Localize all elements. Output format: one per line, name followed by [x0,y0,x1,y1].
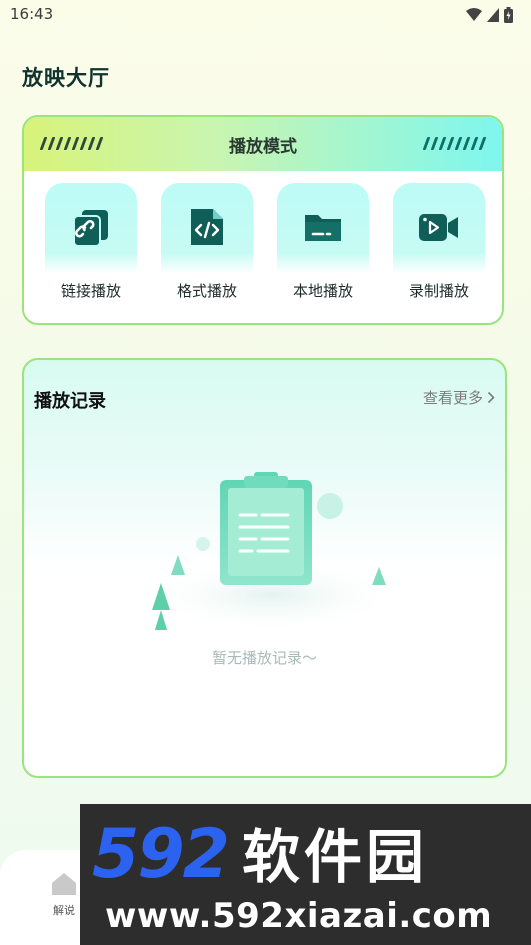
watermark-brand: 软件园 [241,823,428,891]
record-play-label: 录制播放 [408,282,469,300]
play-mode-items: 链接播放 格式播放 本地播放 录制播放 [24,171,502,309]
records-title: 播放记录 [34,391,106,412]
home-icon [52,873,76,895]
play-mode-header: 播放模式 [24,117,502,171]
play-mode-card: 播放模式 链接播放 格式播放 本地播放 录制播放 [22,115,504,325]
video-camera-icon [419,214,458,241]
view-more-link[interactable]: 查看更多 [423,387,495,408]
watermark-logo: 592 软件园 [92,810,428,894]
chevron-right-icon [487,391,495,404]
link-play-button[interactable]: 链接播放 [45,183,137,309]
status-icons [466,7,513,23]
page-title: 放映大厅 [22,66,110,90]
play-records-card: 播放记录 查看更多 暂无播放记录～ [22,358,507,778]
link-icon [73,210,108,247]
status-time: 16:43 [10,5,54,23]
decorative-slashes-left [39,137,104,150]
empty-clipboard-illustration [142,472,402,630]
view-more-label: 查看更多 [422,389,483,407]
decorative-slashes-right [422,137,487,150]
watermark-number: 592 [92,815,230,894]
empty-records-text: 暂无播放记录～ [211,649,317,667]
signal-icon [487,8,499,22]
local-play-label: 本地播放 [292,282,353,300]
folder-icon [305,215,341,241]
battery-icon [504,7,513,23]
link-play-label: 链接播放 [60,282,121,300]
nav-item-label: 解说 [53,904,75,917]
wifi-icon [466,8,482,21]
local-play-button[interactable]: 本地播放 [277,183,369,309]
nav-item-commentary[interactable]: 解说 [44,872,84,918]
format-play-button[interactable]: 格式播放 [161,183,253,309]
watermark-banner: 592 软件园 www.592xiazai.com [80,804,531,945]
record-play-button[interactable]: 录制播放 [393,183,485,309]
play-mode-title: 播放模式 [229,136,297,157]
format-play-label: 格式播放 [176,282,237,300]
watermark-url: www.592xiazai.com [105,896,493,936]
code-file-icon [191,209,223,245]
status-bar: 16:43 [0,0,531,30]
